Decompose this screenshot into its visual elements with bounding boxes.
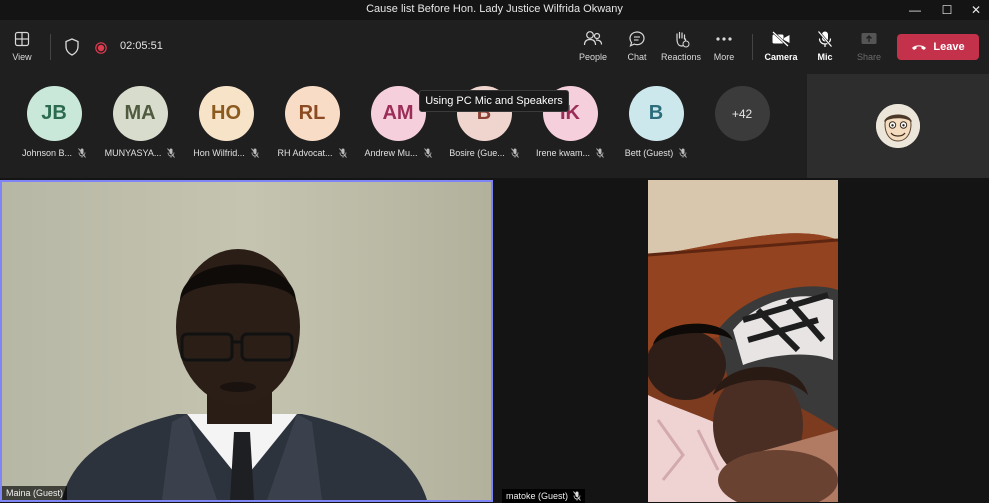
- participant-avatar: RL: [284, 86, 340, 141]
- participant-avatar: B: [628, 86, 684, 141]
- people-label: People: [578, 52, 608, 62]
- share-label: Share: [856, 52, 882, 62]
- title-bar: Cause list Before Hon. Lady Justice Wilf…: [0, 0, 989, 20]
- participant-name: Bett (Guest): [624, 148, 674, 158]
- chat-button[interactable]: Chat: [613, 28, 661, 68]
- mic-muted-icon: [510, 148, 519, 158]
- mic-muted-icon: [338, 148, 347, 158]
- mic-muted-icon: [423, 148, 432, 158]
- recording-icon: [95, 41, 107, 59]
- participant-name: Andrew Mu...: [364, 148, 418, 158]
- participant-name: Hon Wilfrid...: [193, 148, 245, 158]
- participant-item[interactable]: JB Johnson B...: [11, 86, 97, 158]
- video-feed-matoke: [648, 180, 838, 502]
- participant-name-row: Bett (Guest): [625, 148, 688, 158]
- mic-button[interactable]: Mic: [801, 28, 849, 68]
- more-label: More: [713, 52, 735, 62]
- participant-name-row: RH Advocat...: [277, 148, 347, 158]
- participant-name-row: MUNYASYA...: [105, 148, 176, 158]
- participant-avatar: HO: [198, 86, 254, 141]
- participant-name: RH Advocat...: [277, 148, 333, 158]
- window-title: Cause list Before Hon. Lady Justice Wilf…: [366, 3, 623, 15]
- camera-button[interactable]: Camera: [757, 28, 805, 68]
- meeting-toolbar: View 02:05:51 People Chat Reactions More: [0, 20, 989, 74]
- more-participants-button[interactable]: +42: [699, 86, 785, 141]
- mic-off-icon: [817, 28, 833, 50]
- participant-name-row: Andrew Mu...: [364, 148, 432, 158]
- participant-name-tag: matoke (Guest): [502, 489, 586, 503]
- hand-icon: [672, 28, 690, 50]
- mic-muted-icon: [250, 148, 259, 158]
- shield-icon[interactable]: [64, 38, 80, 61]
- audio-tooltip: Using PC Mic and Speakers: [419, 90, 569, 112]
- chat-label: Chat: [627, 52, 647, 62]
- participant-name: Irene kwam...: [535, 148, 591, 158]
- participant-name-row: Irene kwam...: [536, 148, 604, 158]
- mic-label: Mic: [817, 52, 833, 62]
- toolbar-divider: [752, 34, 753, 60]
- participant-item[interactable]: B Bett (Guest): [613, 86, 699, 158]
- people-icon: [583, 28, 603, 50]
- self-video-tile[interactable]: [807, 74, 989, 178]
- share-button[interactable]: Share: [845, 28, 893, 68]
- participant-item[interactable]: MA MUNYASYA...: [97, 86, 183, 158]
- main-video-name: Maina (Guest): [6, 488, 64, 498]
- reactions-button[interactable]: Reactions: [657, 28, 705, 68]
- view-label: View: [12, 52, 32, 62]
- share-icon: [860, 28, 878, 50]
- participant-name: MUNYASYA...: [104, 148, 162, 158]
- phone-hangup-icon: [911, 43, 927, 51]
- toolbar-divider: [50, 34, 51, 60]
- minimize-button[interactable]: —: [899, 0, 931, 20]
- view-button[interactable]: View: [0, 28, 46, 68]
- mic-muted-icon: [78, 148, 86, 158]
- self-avatar: [876, 104, 920, 148]
- video-feed-maina: [2, 182, 491, 500]
- participant-item[interactable]: HO Hon Wilfrid...: [183, 86, 269, 158]
- participant-name: Bosire (Gue...: [449, 148, 505, 158]
- chat-icon: [628, 28, 646, 50]
- meeting-timer: 02:05:51: [120, 40, 163, 52]
- mic-muted-icon: [596, 148, 604, 158]
- participant-item[interactable]: RL RH Advocat...: [269, 86, 355, 158]
- participant-name-row: Bosire (Gue...: [449, 148, 519, 158]
- second-video-tile[interactable]: [648, 180, 838, 502]
- participant-name-row: Hon Wilfrid...: [193, 148, 259, 158]
- leave-label: Leave: [933, 41, 965, 53]
- participant-avatar: AM: [370, 86, 426, 141]
- overflow-count: +42: [714, 86, 770, 141]
- participant-avatar: JB: [26, 86, 82, 141]
- participant-avatar: MA: [112, 86, 168, 141]
- grid-icon: [14, 28, 30, 50]
- reactions-label: Reactions: [660, 52, 702, 62]
- main-video-tile[interactable]: Maina (Guest): [0, 180, 493, 502]
- maximize-button[interactable]: ☐: [931, 0, 963, 20]
- mic-muted-icon: [573, 491, 581, 501]
- second-video-name: matoke (Guest): [506, 491, 569, 501]
- mic-muted-icon: [167, 148, 176, 158]
- participant-name-row: Johnson B...: [22, 148, 86, 158]
- participant-name-tag: Maina (Guest): [2, 486, 68, 500]
- camera-off-icon: [771, 28, 791, 50]
- camera-label: Camera: [764, 52, 798, 62]
- more-icon: [715, 28, 733, 50]
- more-button[interactable]: More: [700, 28, 748, 68]
- close-button[interactable]: ✕: [960, 0, 989, 20]
- people-button[interactable]: People: [569, 28, 617, 68]
- participant-name: Johnson B...: [21, 148, 73, 158]
- mic-muted-icon: [679, 148, 688, 158]
- leave-button[interactable]: Leave: [897, 34, 979, 60]
